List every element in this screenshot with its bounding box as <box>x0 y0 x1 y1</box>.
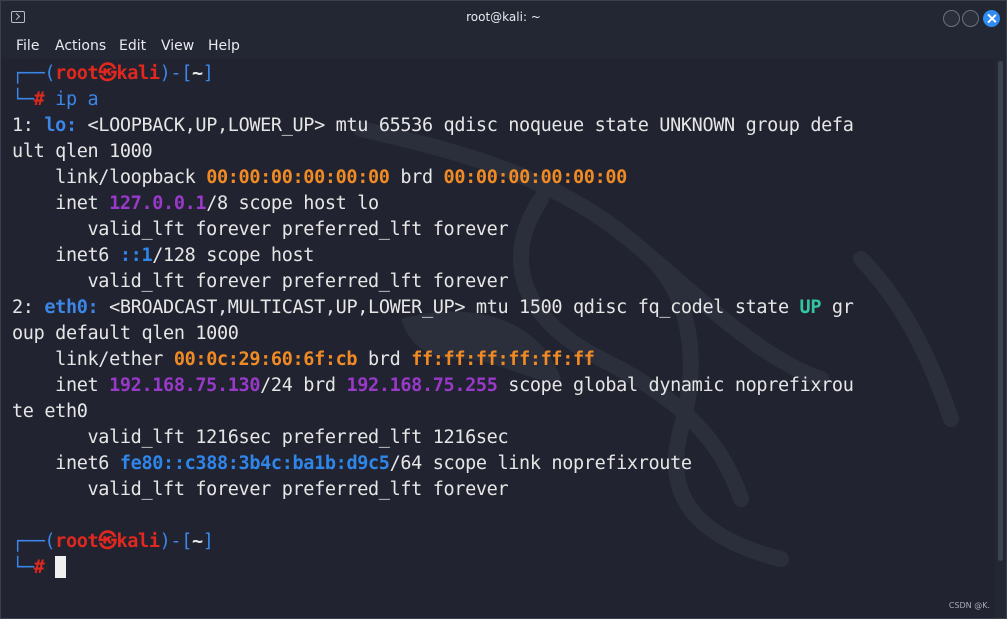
output-line: link/loopback 00:00:00:00:00:00 brd 00:0… <box>12 167 628 188</box>
broadcast-mac: ff:ff:ff:ff:ff:ff <box>411 349 595 370</box>
broadcast-address: 192.168.75.255 <box>346 375 498 396</box>
menu-bar: File Actions Edit View Help <box>1 35 1006 59</box>
output-line: valid_lft forever preferred_lft forever <box>12 271 509 292</box>
output-line: 2: eth0: <BROADCAST,MULTICAST,UP,LOWER_U… <box>12 297 854 318</box>
interface-lo: lo: <box>44 115 77 136</box>
prompt-corner: └─ <box>12 89 34 110</box>
prompt-line-input[interactable]: └─# <box>12 555 67 581</box>
scrollbar-thumb[interactable] <box>998 61 1003 561</box>
menu-view[interactable]: View <box>161 38 194 54</box>
prompt-host: kali <box>116 63 160 84</box>
output-line: link/ether 00:0c:29:60:6f:cb brd ff:ff:f… <box>12 349 595 370</box>
output-line: inet 127.0.0.1/8 scope host lo <box>12 193 379 214</box>
interface-eth0: eth0: <box>44 297 99 318</box>
prompt-line-top: ┌──(root㉿kali)-[~] <box>12 531 214 552</box>
menu-actions[interactable]: Actions <box>55 38 106 54</box>
broadcast-mac: 00:00:00:00:00:00 <box>443 167 628 188</box>
prompt-user: root <box>55 63 99 84</box>
ipv6-address: ::1 <box>119 245 153 266</box>
ipv6-address: fe80::c388:3b4c:ba1b:d9c5 <box>119 453 390 474</box>
prompt-dir: ~ <box>192 63 203 84</box>
prompt-open: ┌──( <box>12 63 56 84</box>
terminal-window: root@kali: ~ File Actions Edit View Help… <box>0 0 1007 619</box>
output-line: inet6 fe80::c388:3b4c:ba1b:d9c5/64 scope… <box>12 453 692 474</box>
output-line: oup default qlen 1000 <box>12 323 239 344</box>
title-bar[interactable]: root@kali: ~ <box>1 1 1006 35</box>
window-title: root@kali: ~ <box>466 10 541 24</box>
prompt-hash: # <box>33 89 45 110</box>
prompt-line-command: └─# ip a <box>12 87 99 113</box>
maximize-button[interactable] <box>962 10 979 27</box>
minimize-button[interactable] <box>943 10 960 27</box>
output-line: valid_lft forever preferred_lft forever <box>12 479 509 500</box>
menu-edit[interactable]: Edit <box>119 38 146 54</box>
menu-help[interactable]: Help <box>208 38 240 54</box>
output-line: inet6 ::1/128 scope host <box>12 245 315 266</box>
output-line: 1: lo: <LOOPBACK,UP,LOWER_UP> mtu 65536 … <box>12 115 854 136</box>
output-line: inet 192.168.75.130/24 brd 192.168.75.25… <box>12 375 854 396</box>
output-line: valid_lft 1216sec preferred_lft 1216sec <box>12 427 509 448</box>
output-line: ult qlen 1000 <box>12 141 153 162</box>
mac-address: 00:0c:29:60:6f:cb <box>173 349 358 370</box>
prompt-line-top: ┌──(root㉿kali)-[~] <box>12 61 214 87</box>
output-line: te eth0 <box>12 401 88 422</box>
terminal-output[interactable]: ┌──(root㉿kali)-[~] └─# ip a 1: lo: <LOOP… <box>1 59 994 618</box>
ipv4-address: 192.168.75.130 <box>109 375 261 396</box>
text-cursor <box>55 556 67 578</box>
prompt-at: ㉿ <box>98 63 117 84</box>
scrollbar[interactable] <box>995 59 1006 618</box>
csdn-watermark: CSDN @K. <box>948 601 990 610</box>
command-text: ip a <box>55 89 99 110</box>
prompt-close: ] <box>202 63 214 84</box>
output-line: valid_lft forever preferred_lft forever <box>12 219 509 240</box>
prompt-mid: )-[ <box>159 63 193 84</box>
ipv4-address: 127.0.0.1 <box>109 193 207 214</box>
state-up: UP <box>799 297 822 318</box>
menu-file[interactable]: File <box>16 38 39 54</box>
close-button[interactable] <box>983 10 1000 27</box>
mac-address: 00:00:00:00:00:00 <box>206 167 390 188</box>
